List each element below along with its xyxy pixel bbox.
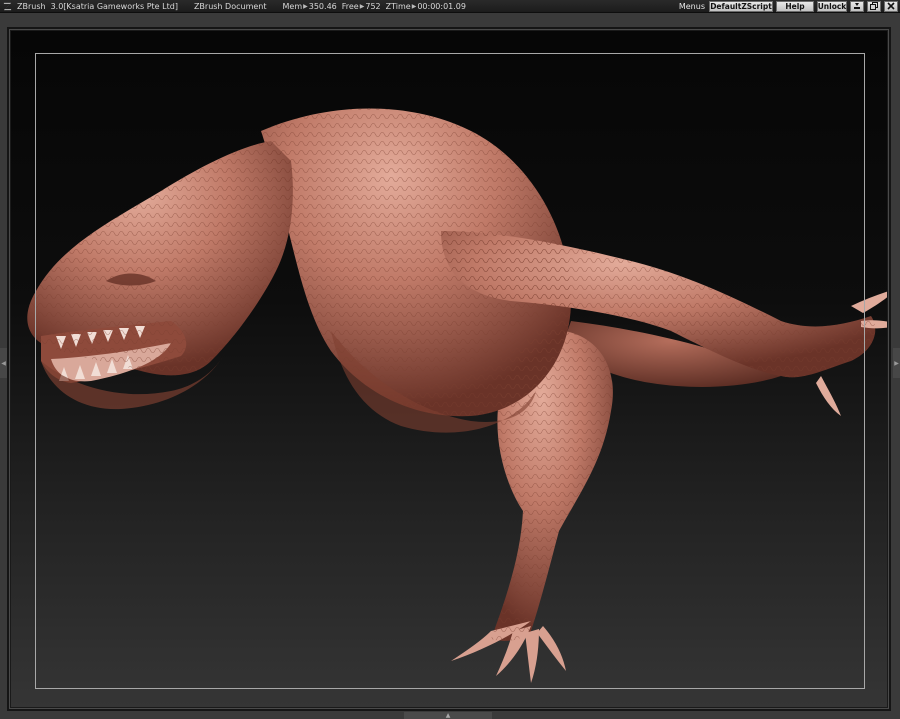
restore-button[interactable]: [867, 0, 881, 12]
document-canvas[interactable]: [11, 31, 887, 707]
mem-label: Mem: [282, 1, 303, 11]
document-name: ZBrush Document: [193, 1, 267, 11]
restore-icon: [870, 2, 878, 10]
canvas-frame: [7, 27, 891, 711]
ztime-arrow-icon: ▶: [411, 2, 417, 10]
left-tray-toggle[interactable]: ◀: [0, 348, 7, 378]
title-bar: ZBrush 3.0[Ksatria Gameworks Pte Ltd] ZB…: [0, 0, 900, 13]
mem-arrow-icon: ▶: [303, 2, 308, 10]
free-label: Free: [341, 1, 359, 11]
close-button[interactable]: [884, 0, 898, 12]
zbrush-logo-icon: [3, 2, 12, 10]
version-company: 3.0[Ksatria Gameworks Pte Ltd]: [50, 1, 178, 11]
unlock-button[interactable]: Unlock: [817, 0, 847, 12]
close-icon: [887, 2, 895, 10]
free-arrow-icon: ▶: [359, 2, 365, 10]
menus-toggle[interactable]: Menus: [679, 2, 705, 11]
titlebar-controls: Menus DefaultZScript Help Unlock: [679, 0, 900, 13]
ztime-label: ZTime: [385, 1, 411, 11]
app-name: ZBrush: [17, 1, 46, 11]
document-bounds: [35, 53, 865, 689]
mem-value: 350.46: [308, 1, 337, 11]
free-value: 752: [365, 1, 381, 11]
ztime-value: 00:00:01.09: [417, 1, 466, 11]
minimize-button[interactable]: [850, 0, 864, 12]
right-tray-toggle[interactable]: ▶: [893, 348, 900, 378]
minimize-icon: [854, 3, 860, 9]
help-button[interactable]: Help: [776, 0, 814, 12]
default-zscript-button[interactable]: DefaultZScript: [709, 0, 773, 12]
bottom-tray-toggle[interactable]: ▲: [404, 712, 492, 719]
